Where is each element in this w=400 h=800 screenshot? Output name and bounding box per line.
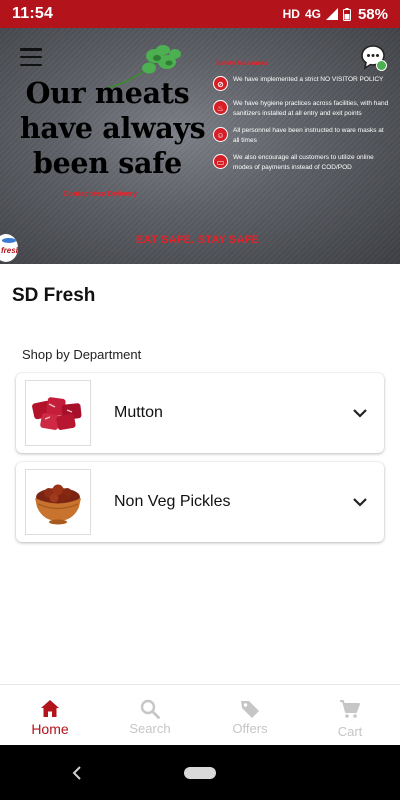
headline-line-2: have always — [20, 111, 206, 145]
battery-icon — [342, 7, 351, 21]
bottom-navigation: Home Search Offers Cart — [0, 684, 400, 745]
status-bar: 11:54 HD 4G 58% — [0, 0, 400, 28]
department-name: Non Veg Pickles — [114, 493, 231, 510]
search-icon — [140, 699, 160, 719]
nav-label: Cart — [337, 724, 363, 739]
status-time: 11:54 — [12, 5, 54, 22]
safety-item: ☺ All personnel have been instructed to … — [213, 126, 389, 145]
store-title: SD Fresh — [12, 285, 96, 306]
nav-search[interactable]: Search — [100, 685, 200, 745]
signal-icon — [325, 8, 338, 20]
department-name: Mutton — [114, 404, 163, 421]
battery-percent: 58% — [357, 5, 388, 23]
safety-text: We have hygiene practices across facilit… — [233, 100, 389, 117]
system-navigation-bar — [0, 745, 400, 800]
status-indicators: HD 4G 58% — [283, 6, 388, 23]
banner-tagline: EAT SAFE. STAY SAFE — [136, 234, 260, 246]
home-icon — [41, 700, 59, 717]
safety-item: ▭ We also encourage all customers to uti… — [213, 153, 389, 172]
brand-logo: fresh — [0, 234, 18, 262]
headline-line-1: Our meats — [25, 76, 190, 110]
promo-banner[interactable]: Our meats have always been safe Contactl… — [0, 28, 400, 264]
home-pill[interactable] — [184, 767, 216, 779]
mask-icon: ☺ — [213, 127, 228, 142]
banner-headline: Our meats have always been safe — [20, 76, 206, 181]
safety-text: All personnel have been instructed to wa… — [233, 127, 384, 144]
tag-icon — [241, 701, 259, 718]
nav-label: Home — [31, 721, 69, 737]
menu-icon[interactable] — [20, 48, 42, 66]
safety-title: Safety Measures — [216, 60, 268, 67]
safety-item: ⊘ We have implemented a strict NO VISITO… — [213, 75, 389, 91]
contactless-label: Contactless Delivery — [63, 189, 137, 198]
chevron-down-icon[interactable] — [352, 494, 368, 510]
nav-offers[interactable]: Offers — [200, 685, 300, 745]
card-payment-icon: ▭ — [213, 154, 228, 169]
sanitizer-icon: ♨ — [213, 100, 228, 115]
nav-label: Search — [129, 721, 171, 736]
hd-indicator: HD — [282, 7, 300, 21]
department-card-mutton[interactable]: Mutton — [16, 373, 384, 453]
nav-home[interactable]: Home — [0, 685, 100, 745]
department-card-non-veg-pickles[interactable]: Non Veg Pickles — [16, 462, 384, 542]
back-icon[interactable] — [70, 765, 84, 781]
headline-line-3: been safe — [32, 146, 183, 180]
mutton-image — [25, 380, 91, 446]
nav-cart[interactable]: Cart — [300, 685, 400, 745]
safety-item: ♨ We have hygiene practices across facil… — [213, 99, 389, 118]
safety-text: We also encourage all customers to utili… — [233, 154, 374, 171]
safety-measures: Safety Measures ⊘ We have implemented a … — [213, 60, 389, 180]
pickle-bowl-image — [25, 469, 91, 535]
network-type: 4G — [304, 7, 321, 21]
chevron-down-icon[interactable] — [352, 405, 368, 421]
online-status-dot — [376, 60, 387, 71]
brand-logo-text: fresh — [1, 246, 18, 255]
cart-icon — [340, 700, 360, 718]
safety-text: We have implemented a strict NO VISITOR … — [233, 76, 384, 83]
nav-label: Offers — [232, 721, 268, 736]
section-label: Shop by Department — [22, 347, 142, 362]
no-visitor-icon: ⊘ — [213, 76, 228, 91]
